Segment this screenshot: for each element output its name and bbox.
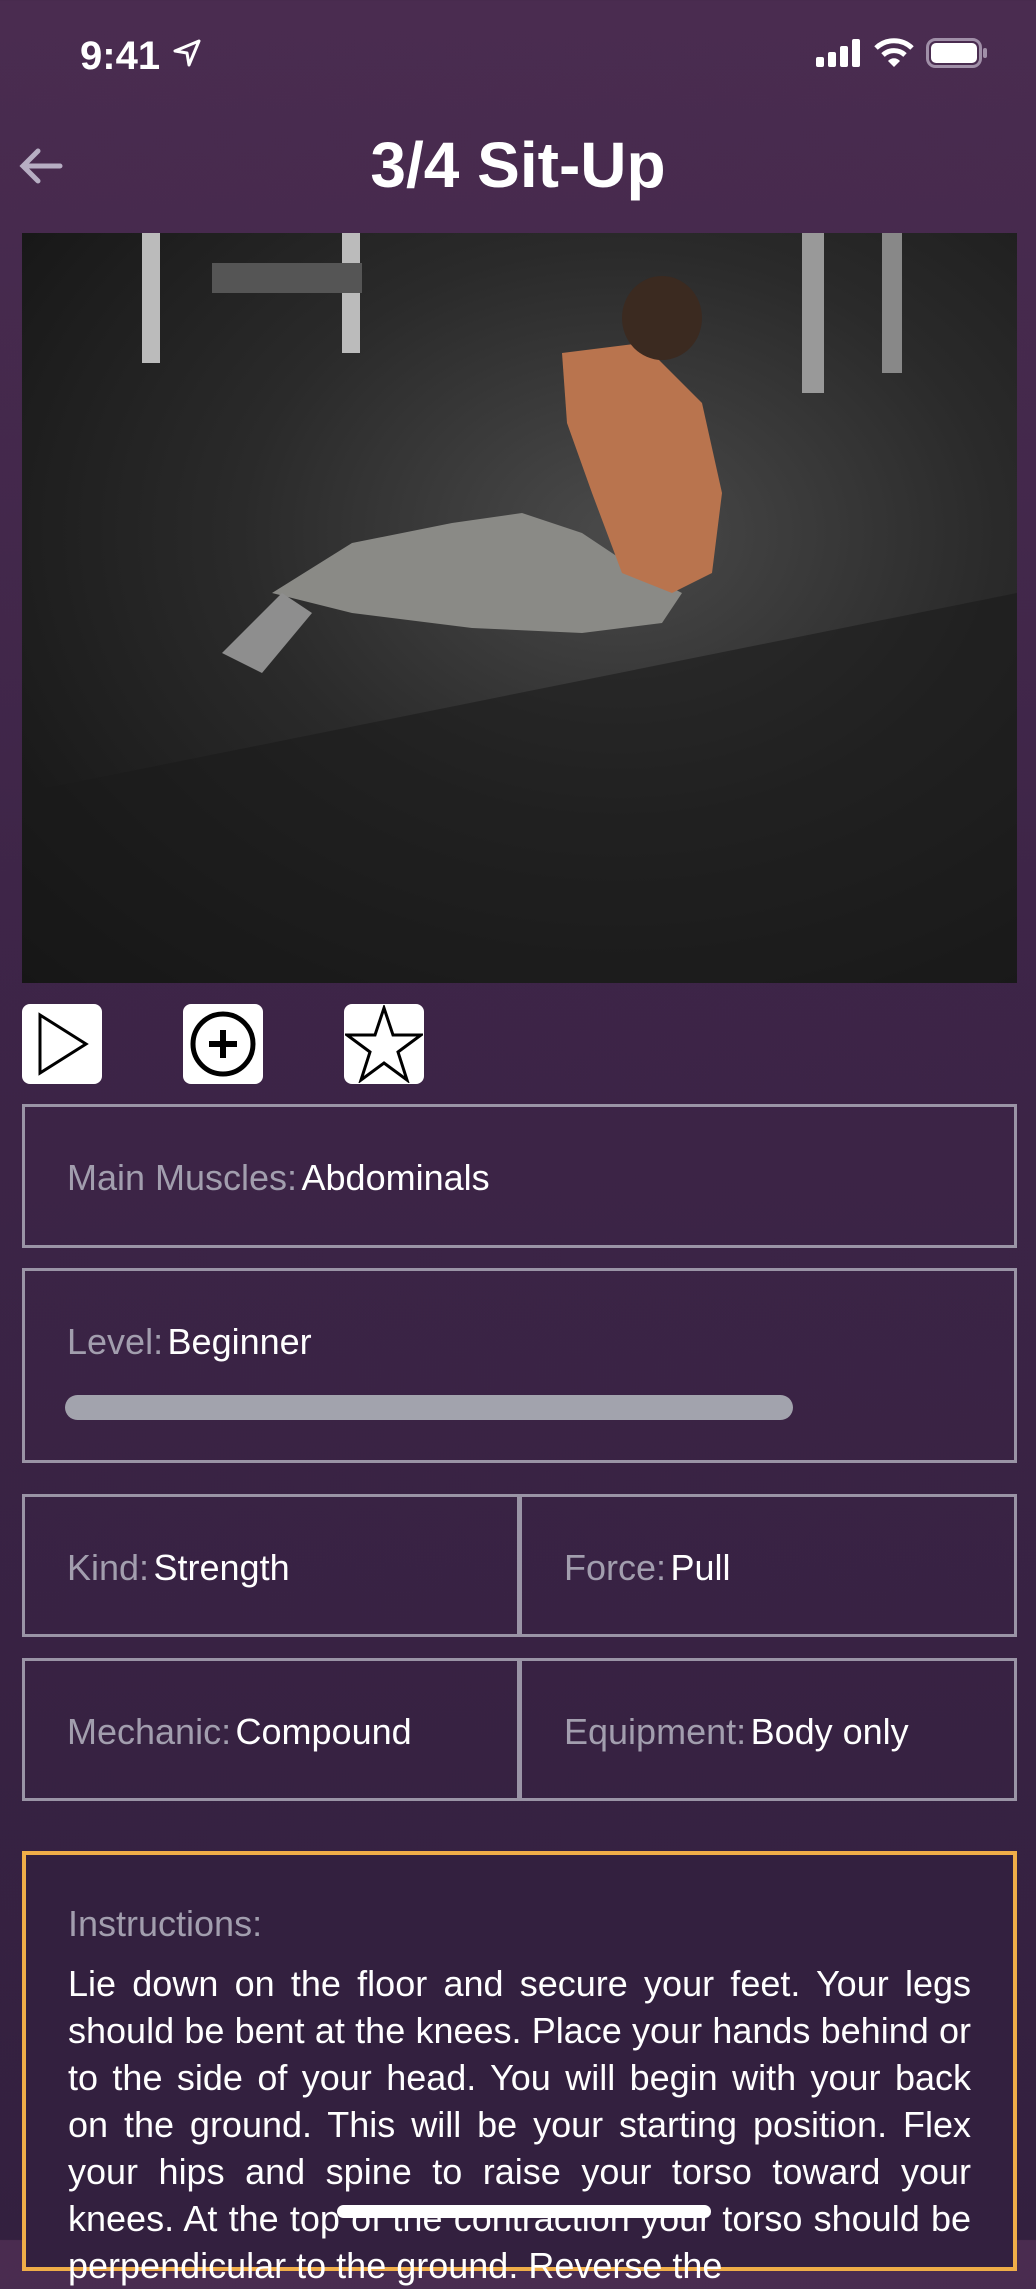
- battery-icon: [926, 38, 987, 68]
- instructions-label: Instructions:: [68, 1903, 263, 1944]
- status-time: 9:41: [80, 34, 161, 78]
- signal-icon: [816, 39, 860, 67]
- mechanic-card: Mechanic: Compound: [22, 1658, 520, 1801]
- force-label: Force:: [564, 1547, 667, 1588]
- status-icons: [816, 38, 988, 68]
- exercise-image: [22, 233, 1017, 983]
- kind-card: Kind: Strength: [22, 1494, 520, 1637]
- main-muscles-label: Main Muscles:: [67, 1157, 298, 1198]
- kind-label: Kind:: [67, 1547, 150, 1588]
- kind-value: Strength: [153, 1547, 290, 1588]
- equipment-label: Equipment:: [564, 1711, 747, 1752]
- level-progress-bar: [65, 1395, 793, 1420]
- favorite-button[interactable]: [344, 1004, 424, 1084]
- add-button[interactable]: [183, 1004, 263, 1084]
- star-icon: [345, 1005, 423, 1083]
- main-muscles-card: Main Muscles: Abdominals: [22, 1104, 1017, 1248]
- equipment-value: Body only: [750, 1711, 909, 1752]
- level-label: Level:: [67, 1321, 164, 1362]
- play-icon: [38, 1012, 89, 1076]
- level-card: Level: Beginner: [22, 1268, 1017, 1463]
- level-value: Beginner: [167, 1321, 312, 1362]
- equipment-card: Equipment: Body only: [519, 1658, 1017, 1801]
- main-muscles-value: Abdominals: [301, 1157, 490, 1198]
- play-button[interactable]: [22, 1004, 102, 1084]
- plus-circle-icon: [190, 1011, 256, 1077]
- location-icon: [172, 38, 202, 73]
- page-title: 3/4 Sit-Up: [370, 129, 666, 201]
- mechanic-value: Compound: [235, 1711, 412, 1752]
- wifi-icon: [874, 38, 914, 67]
- mechanic-label: Mechanic:: [67, 1711, 232, 1752]
- force-card: Force: Pull: [519, 1494, 1017, 1637]
- force-value: Pull: [670, 1547, 731, 1588]
- home-indicator[interactable]: [337, 2205, 711, 2218]
